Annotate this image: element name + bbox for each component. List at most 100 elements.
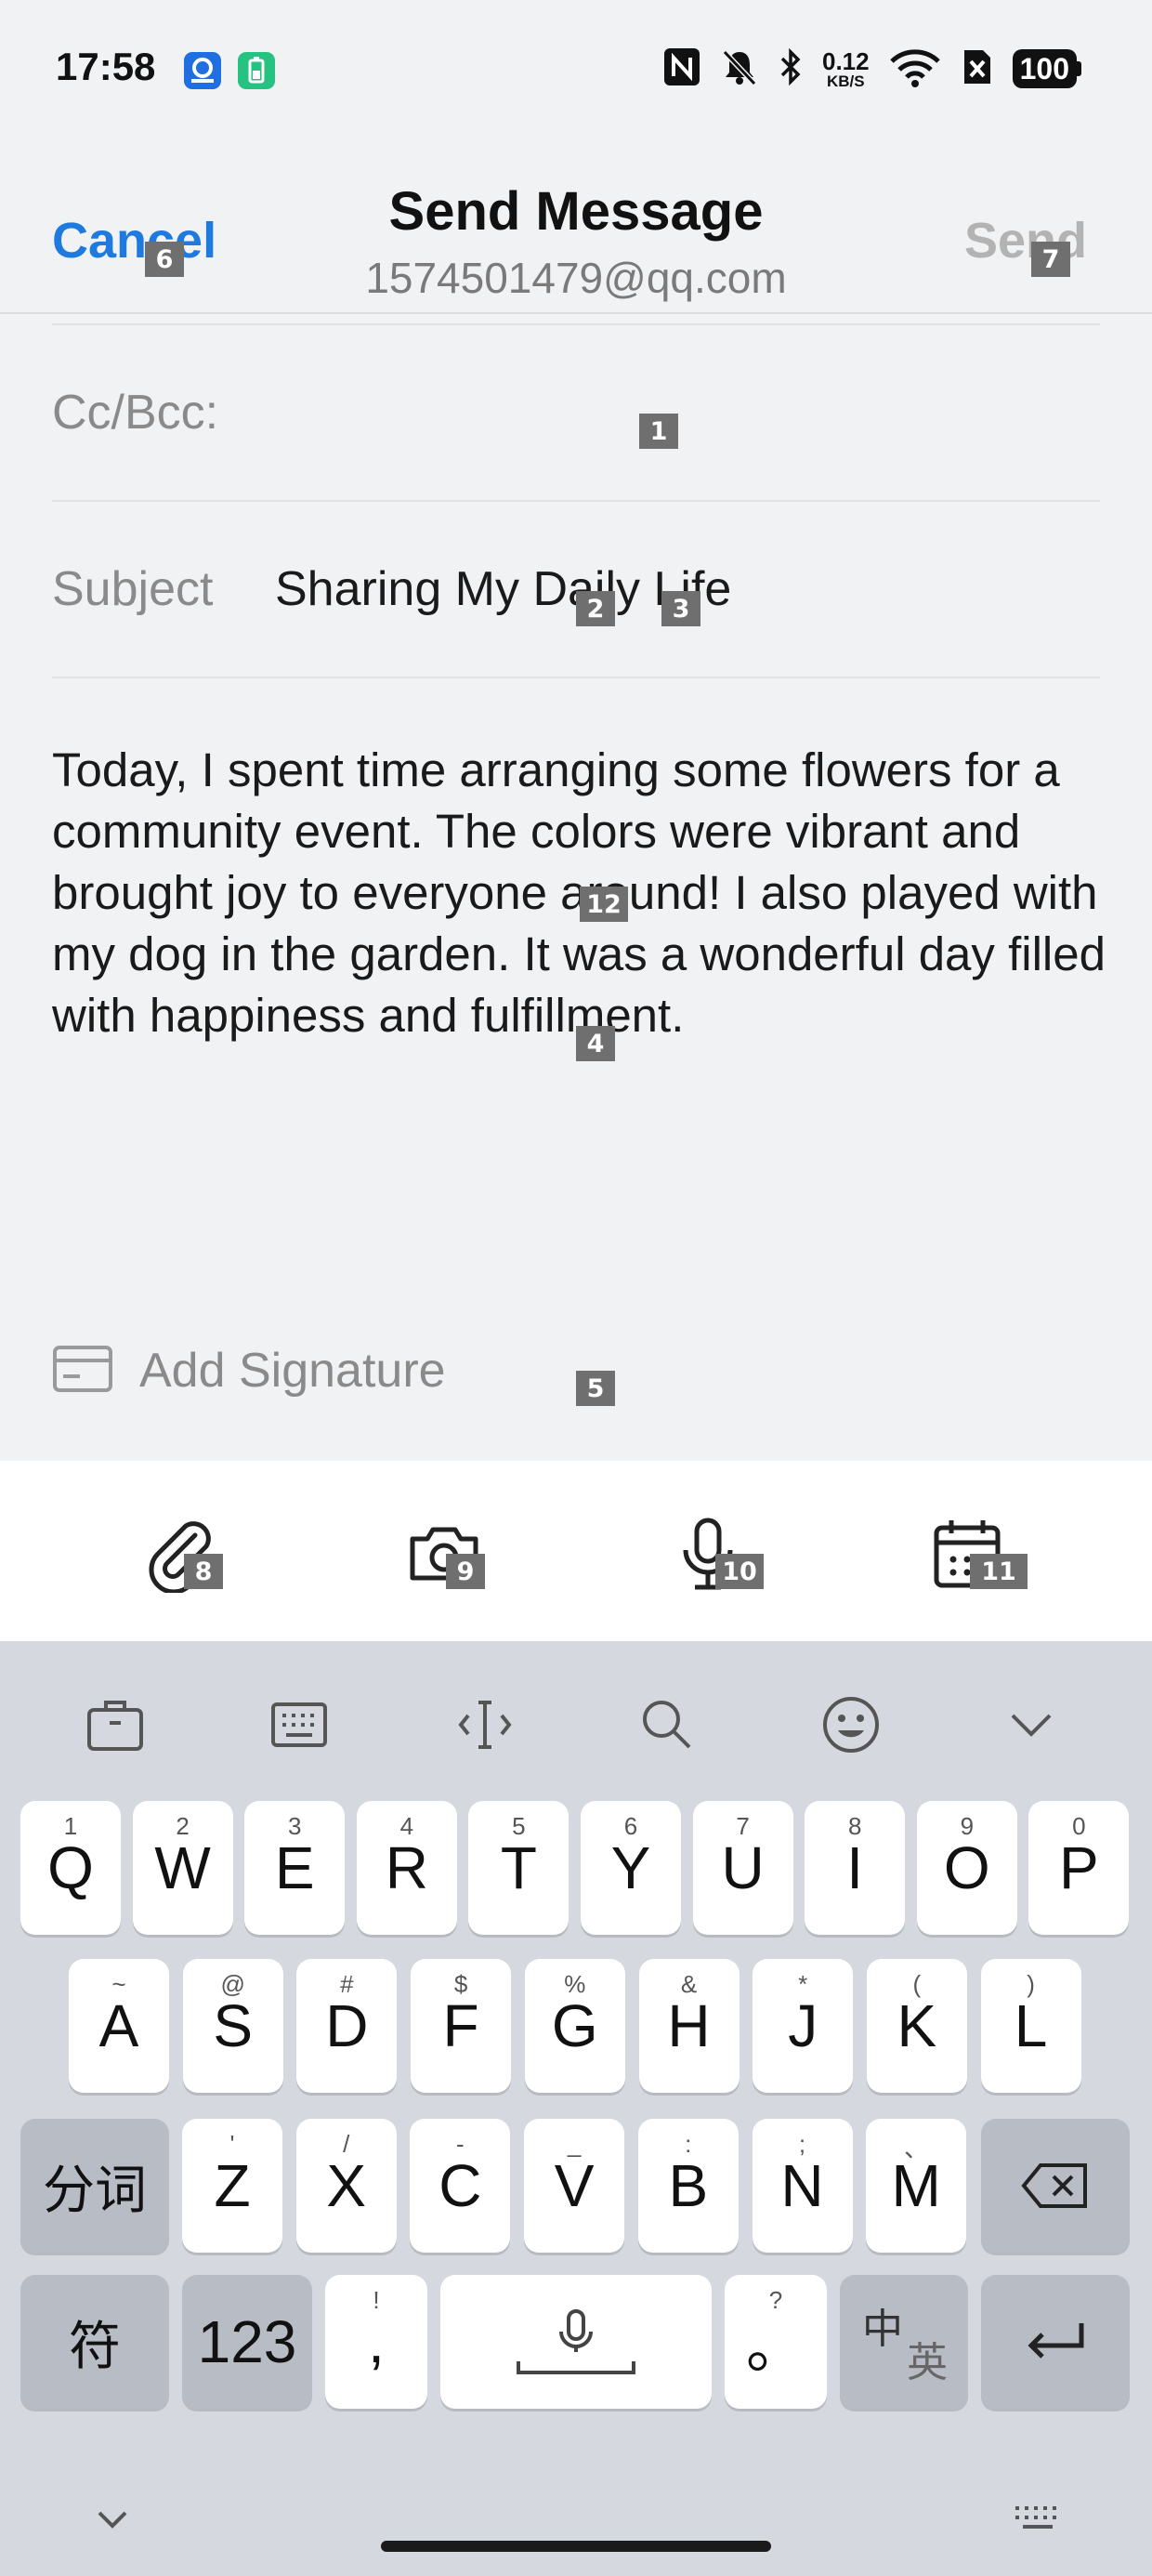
key-t[interactable]: 5T [468,1801,569,1935]
key-a[interactable]: ~ A [69,1959,169,2093]
key-w[interactable]: 2W [132,1801,233,1935]
add-signature-button[interactable]: Add Signature [52,1338,446,1403]
enter-icon [1028,2323,1084,2359]
numbers-key[interactable]: 123 [182,2275,312,2409]
key-label: E [274,1834,315,1901]
marker-label: 6 [145,242,184,277]
key-hint: / [343,2130,350,2158]
keyboard-layout-button[interactable] [262,1688,336,1762]
key-hint: @ [220,1970,245,1998]
comma-key-hint: ! [373,2286,380,2314]
key-l[interactable]: ) L [980,1959,1081,2093]
keyboard-toolbox-button[interactable] [78,1688,152,1762]
keyboard-icon [1015,2506,1056,2529]
space-key[interactable] [440,2275,712,2409]
key-v[interactable]: _ V [524,2119,625,2253]
collapse-keyboard-button[interactable] [80,2496,145,2543]
marker-label: 12 [580,887,628,922]
numbers-key-label: 123 [197,2308,297,2375]
key-label: Z [214,2152,251,2219]
keyboard-switch-button[interactable] [1005,2496,1070,2543]
key-x[interactable]: / X [295,2119,397,2253]
backspace-icon [1021,2163,1087,2208]
signature-card-icon [52,1345,113,1398]
app-notification-icon [184,52,221,89]
comma-key[interactable]: ! , [325,2275,427,2409]
status-time: 17:58 [56,45,156,88]
emoji-button[interactable] [814,1688,888,1762]
marker-label: 11 [970,1554,1028,1589]
key-hint: - [456,2130,465,2158]
key-hint: ; [798,2130,806,2158]
key-o[interactable]: 9O [916,1801,1017,1935]
keyboard-layout-icon [271,1702,327,1747]
key-label: F [442,1992,479,2059]
key-label: T [500,1834,537,1901]
status-icons: 0.12 KB/S 100 [662,45,1081,93]
divider [52,323,1100,325]
key-s[interactable]: @ S [182,1959,283,2093]
key-z[interactable]: ' Z [182,2119,282,2253]
key-j[interactable]: * J [753,1959,854,2093]
key-label: Q [47,1834,94,1901]
lang-top-label: 中 [862,2307,903,2352]
segment-key[interactable]: 分词 [20,2119,169,2253]
key-i[interactable]: 8I [805,1801,906,1935]
battery-indicator: 100 [1012,49,1081,88]
key-label: W [154,1834,211,1901]
key-hint: 7 [736,1812,750,1840]
divider [52,500,1100,502]
key-d[interactable]: # D [296,1959,398,2093]
key-y[interactable]: 6Y [581,1801,681,1935]
chevron-down-icon [1011,1714,1052,1737]
language-switch-key[interactable]: 中 英 [840,2275,968,2409]
key-m[interactable]: 、 M [866,2119,967,2253]
key-hint: 0 [1072,1812,1086,1840]
key-hint: ) [1027,1970,1035,1998]
marker-label: 8 [184,1554,223,1589]
cursor-control-button[interactable] [448,1688,522,1762]
keyboard-search-button[interactable] [630,1688,704,1762]
key-hint: % [564,1970,586,1998]
key-n[interactable]: ; N [752,2119,853,2253]
key-e[interactable]: 3E [244,1801,346,1935]
hide-keyboard-button[interactable] [994,1688,1068,1762]
wifi-icon [888,46,942,92]
key-f[interactable]: $ F [411,1959,512,2093]
marker-label: 3 [661,591,700,626]
chevron-down-icon [98,2511,127,2529]
key-label: U [721,1834,765,1901]
key-r[interactable]: 4R [356,1801,457,1935]
key-g[interactable]: % G [524,1959,625,2093]
cc-bcc-field[interactable]: Cc/Bcc: [52,385,218,440]
key-label: I [846,1834,864,1901]
key-q[interactable]: 1Q [20,1801,121,1935]
key-hint: ~ [111,1970,126,1998]
marker-label: 2 [576,591,615,626]
key-p[interactable]: 0P [1028,1801,1130,1935]
key-h[interactable]: & H [638,1959,740,2093]
backspace-key[interactable] [981,2119,1130,2253]
status-bar: 17:58 0.12 KB/S 100 [0,0,1152,139]
key-u[interactable]: 7U [692,1801,793,1935]
key-b[interactable]: :B [637,2119,739,2253]
key-hint: 4 [399,1812,414,1840]
enter-key[interactable] [981,2275,1130,2409]
period-key[interactable]: ? 。 [725,2275,827,2409]
key-k[interactable]: (K [866,1959,967,2093]
attachment-toolbar [0,1461,1152,1641]
key-hint: 3 [287,1812,302,1840]
symbol-key[interactable]: 符 [20,2275,169,2409]
key-label: B [668,2152,709,2219]
subject-label: Subject [52,562,214,616]
marker-label: 10 [715,1554,764,1589]
symbol-key-label: 符 [69,2316,121,2375]
key-hint: * [798,1970,808,1998]
segment-key-label: 分词 [43,2160,147,2219]
key-label: P [1059,1834,1099,1901]
key-hint: 6 [623,1812,638,1840]
key-hint: ' [229,2130,235,2158]
home-indicator[interactable] [381,2541,771,2552]
key-c[interactable]: -C [410,2119,511,2253]
search-icon [643,1701,691,1749]
